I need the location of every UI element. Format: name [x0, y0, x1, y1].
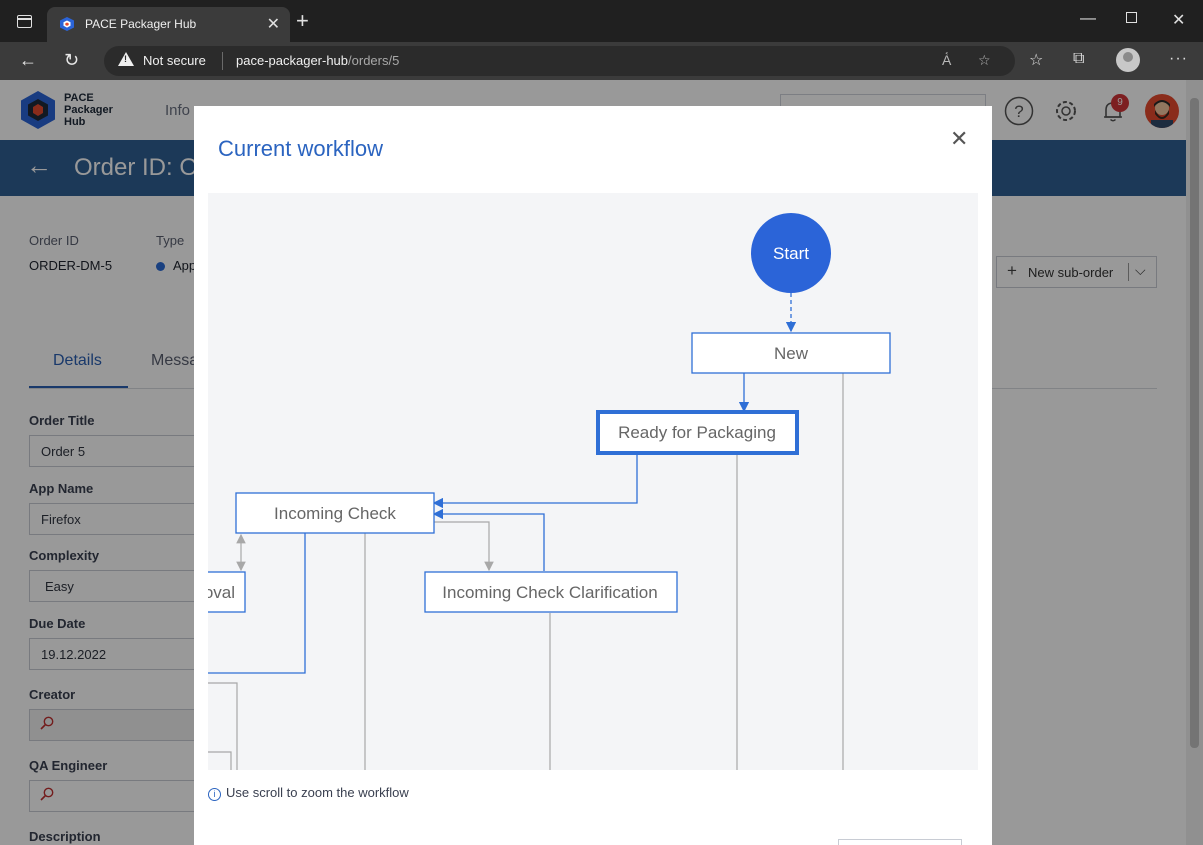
url-field[interactable]: ! Not secure pace-packager-hub/orders/5 … — [104, 46, 1015, 76]
connector — [208, 682, 238, 770]
workflow-node-start[interactable]: Start — [751, 213, 831, 293]
refresh-icon[interactable]: ↻ — [64, 50, 79, 71]
pace-favicon-icon — [60, 17, 74, 31]
browser-tabbar: PACE Packager Hub ✕ + — ✕ — [0, 0, 1203, 42]
read-aloud-icon[interactable]: A᷾ — [942, 52, 951, 68]
connector — [432, 454, 638, 509]
new-tab-icon[interactable]: + — [296, 10, 309, 32]
modal-title: Current workflow — [218, 136, 384, 161]
minimize-icon[interactable]: — — [1080, 10, 1096, 28]
workflow-diagram[interactable]: Start New Ready for Packaging Incoming C… — [208, 193, 978, 770]
window-close-icon[interactable]: ✕ — [1172, 10, 1185, 30]
workflow-modal: Current workflow ✕ Start New Ready for P… — [194, 106, 992, 845]
url-text: pace-packager-hub/orders/5 — [236, 53, 400, 68]
modal-footer-button[interactable] — [838, 839, 962, 845]
tab-actions-icon[interactable] — [17, 15, 32, 28]
svg-text:Incoming Check: Incoming Check — [274, 504, 396, 523]
workflow-canvas[interactable]: Start New Ready for Packaging Incoming C… — [208, 193, 978, 770]
app-page: PACE Packager Hub Info ? 9 ← Order ID: O… — [0, 80, 1203, 845]
favorite-star-icon[interactable]: ☆ — [978, 52, 991, 69]
workflow-node-approval[interactable]: oval — [208, 571, 246, 613]
tab-title: PACE Packager Hub — [85, 17, 197, 31]
browser-tab[interactable]: PACE Packager Hub ✕ — [47, 7, 290, 42]
workflow-node-new[interactable]: New — [691, 332, 891, 374]
info-icon: i — [208, 788, 221, 801]
profile-icon[interactable] — [1116, 48, 1140, 72]
maximize-icon[interactable] — [1126, 12, 1137, 23]
favorites-icon[interactable]: ☆ — [1029, 50, 1043, 70]
back-icon[interactable]: ← — [19, 50, 37, 71]
tab-close-icon[interactable]: ✕ — [267, 14, 280, 34]
address-bar: ← ↻ ! Not secure pace-packager-hub/order… — [0, 42, 1203, 80]
collections-icon[interactable]: ⧉ — [1073, 50, 1084, 68]
connector — [434, 521, 494, 572]
workflow-node-incoming-check[interactable]: Incoming Check — [235, 492, 435, 534]
connector — [208, 751, 232, 770]
zoom-hint: i Use scroll to zoom the workflow — [208, 785, 409, 801]
workflow-node-ready-for-packaging[interactable]: Ready for Packaging — [596, 410, 799, 455]
workflow-node-incoming-check-clarification[interactable]: Incoming Check Clarification — [424, 571, 678, 613]
svg-text:Ready for Packaging: Ready for Packaging — [618, 423, 776, 442]
svg-text:New: New — [774, 344, 809, 363]
security-label[interactable]: Not secure — [143, 53, 206, 68]
more-menu-icon[interactable]: ··· — [1169, 50, 1188, 68]
svg-text:Incoming Check Clarification: Incoming Check Clarification — [442, 583, 657, 602]
svg-text:Start: Start — [773, 244, 809, 263]
svg-text:oval: oval — [208, 583, 235, 602]
modal-close-icon[interactable]: ✕ — [950, 126, 968, 152]
